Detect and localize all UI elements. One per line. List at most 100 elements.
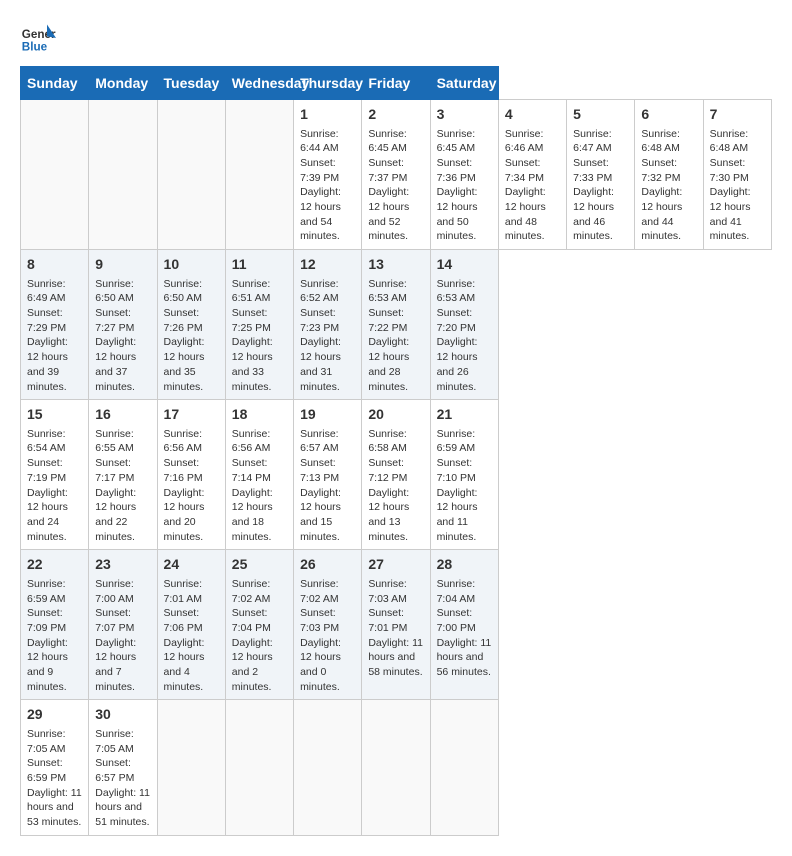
daylight: Daylight: 11 hours and 58 minutes. [368,636,423,680]
sunrise: Sunrise: 7:03 AM [368,577,423,606]
daylight: Daylight: 12 hours and 31 minutes. [300,335,355,394]
daylight: Daylight: 12 hours and 9 minutes. [27,636,82,695]
header-monday: Monday [89,67,157,100]
day-number: 6 [641,105,696,125]
calendar-cell: 8Sunrise: 6:49 AMSunset: 7:29 PMDaylight… [21,250,89,400]
day-number: 15 [27,405,82,425]
calendar-cell: 14Sunrise: 6:53 AMSunset: 7:20 PMDayligh… [430,250,498,400]
sunrise: Sunrise: 6:44 AM [300,127,355,156]
daylight: Daylight: 12 hours and 20 minutes. [164,486,219,545]
day-number: 25 [232,555,287,575]
calendar-week-4: 29Sunrise: 7:05 AMSunset: 6:59 PMDayligh… [21,700,772,835]
sunset: Sunset: 7:17 PM [95,456,150,485]
daylight: Daylight: 11 hours and 51 minutes. [95,786,150,830]
daylight: Daylight: 12 hours and 24 minutes. [27,486,82,545]
daylight: Daylight: 12 hours and 48 minutes. [505,185,560,244]
day-number: 26 [300,555,355,575]
sunrise: Sunrise: 6:56 AM [232,427,287,456]
sunrise: Sunrise: 6:51 AM [232,277,287,306]
calendar-cell: 21Sunrise: 6:59 AMSunset: 7:10 PMDayligh… [430,400,498,550]
day-number: 10 [164,255,219,275]
day-number: 17 [164,405,219,425]
calendar-cell: 10Sunrise: 6:50 AMSunset: 7:26 PMDayligh… [157,250,225,400]
sunrise: Sunrise: 6:55 AM [95,427,150,456]
sunrise: Sunrise: 6:54 AM [27,427,82,456]
daylight: Daylight: 12 hours and 54 minutes. [300,185,355,244]
sunset: Sunset: 7:03 PM [300,606,355,635]
sunset: Sunset: 6:57 PM [95,756,150,785]
day-number: 24 [164,555,219,575]
sunset: Sunset: 7:33 PM [573,156,628,185]
day-number: 16 [95,405,150,425]
calendar-cell: 25Sunrise: 7:02 AMSunset: 7:04 PMDayligh… [225,550,293,700]
sunrise: Sunrise: 7:01 AM [164,577,219,606]
daylight: Daylight: 11 hours and 56 minutes. [437,636,492,680]
day-number: 29 [27,705,82,725]
calendar-cell: 24Sunrise: 7:01 AMSunset: 7:06 PMDayligh… [157,550,225,700]
sunset: Sunset: 7:09 PM [27,606,82,635]
sunset: Sunset: 7:25 PM [232,306,287,335]
daylight: Daylight: 12 hours and 18 minutes. [232,486,287,545]
sunset: Sunset: 6:59 PM [27,756,82,785]
calendar-cell: 30Sunrise: 7:05 AMSunset: 6:57 PMDayligh… [89,700,157,835]
day-number: 13 [368,255,423,275]
sunrise: Sunrise: 7:00 AM [95,577,150,606]
daylight: Daylight: 12 hours and 22 minutes. [95,486,150,545]
sunset: Sunset: 7:27 PM [95,306,150,335]
day-number: 8 [27,255,82,275]
calendar-cell: 17Sunrise: 6:56 AMSunset: 7:16 PMDayligh… [157,400,225,550]
sunrise: Sunrise: 6:48 AM [710,127,765,156]
day-number: 28 [437,555,492,575]
calendar-cell [294,700,362,835]
day-number: 4 [505,105,560,125]
sunset: Sunset: 7:07 PM [95,606,150,635]
sunset: Sunset: 7:20 PM [437,306,492,335]
sunset: Sunset: 7:13 PM [300,456,355,485]
calendar-cell: 1Sunrise: 6:44 AMSunset: 7:39 PMDaylight… [294,100,362,250]
daylight: Daylight: 12 hours and 26 minutes. [437,335,492,394]
sunrise: Sunrise: 7:04 AM [437,577,492,606]
day-number: 1 [300,105,355,125]
sunset: Sunset: 7:39 PM [300,156,355,185]
daylight: Daylight: 12 hours and 44 minutes. [641,185,696,244]
daylight: Daylight: 12 hours and 41 minutes. [710,185,765,244]
day-number: 19 [300,405,355,425]
sunset: Sunset: 7:19 PM [27,456,82,485]
calendar-cell [157,100,225,250]
daylight: Daylight: 12 hours and 0 minutes. [300,636,355,695]
calendar-week-3: 22Sunrise: 6:59 AMSunset: 7:09 PMDayligh… [21,550,772,700]
sunrise: Sunrise: 6:49 AM [27,277,82,306]
sunrise: Sunrise: 6:53 AM [368,277,423,306]
sunset: Sunset: 7:22 PM [368,306,423,335]
sunrise: Sunrise: 6:57 AM [300,427,355,456]
calendar-week-1: 8Sunrise: 6:49 AMSunset: 7:29 PMDaylight… [21,250,772,400]
calendar-cell: 18Sunrise: 6:56 AMSunset: 7:14 PMDayligh… [225,400,293,550]
sunset: Sunset: 7:10 PM [437,456,492,485]
page-header: General Blue [20,20,772,56]
day-number: 2 [368,105,423,125]
sunset: Sunset: 7:04 PM [232,606,287,635]
sunrise: Sunrise: 6:48 AM [641,127,696,156]
sunset: Sunset: 7:26 PM [164,306,219,335]
sunrise: Sunrise: 7:02 AM [300,577,355,606]
calendar-week-2: 15Sunrise: 6:54 AMSunset: 7:19 PMDayligh… [21,400,772,550]
calendar-table: SundayMondayTuesdayWednesdayThursdayFrid… [20,66,772,836]
day-number: 23 [95,555,150,575]
day-number: 9 [95,255,150,275]
logo: General Blue [20,20,60,56]
calendar-cell: 6Sunrise: 6:48 AMSunset: 7:32 PMDaylight… [635,100,703,250]
daylight: Daylight: 12 hours and 37 minutes. [95,335,150,394]
calendar-cell: 26Sunrise: 7:02 AMSunset: 7:03 PMDayligh… [294,550,362,700]
daylight: Daylight: 12 hours and 13 minutes. [368,486,423,545]
daylight: Daylight: 11 hours and 53 minutes. [27,786,82,830]
daylight: Daylight: 12 hours and 46 minutes. [573,185,628,244]
calendar-cell [430,700,498,835]
sunrise: Sunrise: 6:59 AM [437,427,492,456]
sunrise: Sunrise: 7:05 AM [27,727,82,756]
sunset: Sunset: 7:37 PM [368,156,423,185]
calendar-cell: 16Sunrise: 6:55 AMSunset: 7:17 PMDayligh… [89,400,157,550]
calendar-cell: 7Sunrise: 6:48 AMSunset: 7:30 PMDaylight… [703,100,771,250]
daylight: Daylight: 12 hours and 15 minutes. [300,486,355,545]
sunrise: Sunrise: 6:45 AM [437,127,492,156]
daylight: Daylight: 12 hours and 28 minutes. [368,335,423,394]
